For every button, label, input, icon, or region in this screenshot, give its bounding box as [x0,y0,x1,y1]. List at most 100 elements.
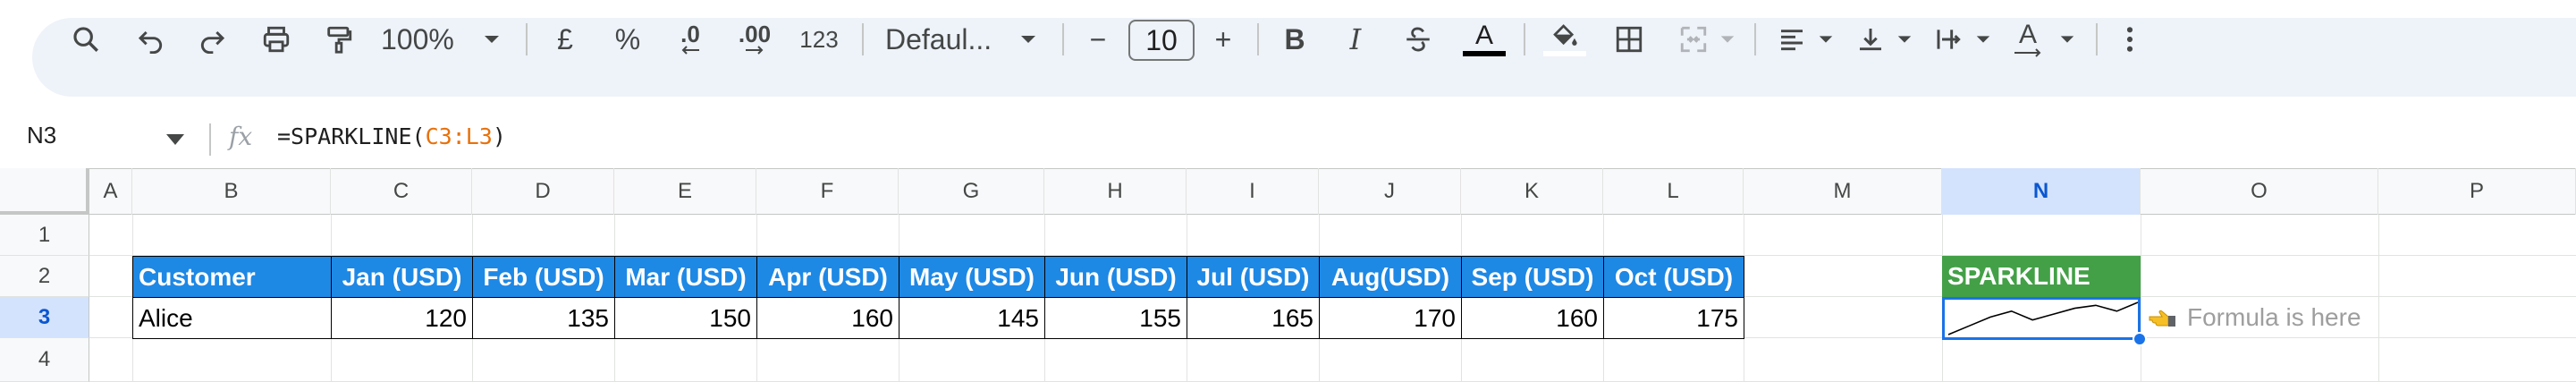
customer-name-cell[interactable]: Alice [132,297,332,339]
vertical-align-icon[interactable] [1851,0,1890,79]
column-header-i[interactable]: I [1187,168,1319,215]
number-format-button[interactable]: 123 [796,0,842,79]
table-header-cell[interactable]: Jun (USD) [1044,256,1187,298]
zoom-select[interactable]: 100% [381,0,467,79]
table-header-cell[interactable]: Mar (USD) [614,256,757,298]
font-size-input[interactable]: 10 [1128,20,1195,61]
column-header-d[interactable]: D [472,168,614,215]
more-vert-icon[interactable] [2114,0,2146,79]
table-header-cell[interactable]: Apr (USD) [756,256,899,298]
zoom-value: 100% [381,22,454,55]
horizontal-align-icon[interactable] [1772,0,1812,79]
row-header-2[interactable]: 2 [0,256,89,297]
table-header-cell[interactable]: Oct (USD) [1603,256,1744,298]
table-header-cell[interactable]: May (USD) [899,256,1045,298]
column-header-o[interactable]: O [2141,168,2378,215]
arrow-right-icon [746,46,764,55]
column-header-k[interactable]: K [1461,168,1603,215]
row-header-3[interactable]: 3 [0,297,89,338]
column-header-g[interactable]: G [899,168,1044,215]
print-icon[interactable] [256,0,297,79]
column-header-j[interactable]: J [1319,168,1461,215]
merge-cells-icon[interactable] [1674,0,1713,79]
value-cell[interactable]: 120 [331,297,473,339]
column-header-a[interactable]: A [89,168,132,215]
value-cell[interactable]: 170 [1319,297,1462,339]
value-cell[interactable]: 160 [756,297,899,339]
column-header-h[interactable]: H [1044,168,1187,215]
bold-button[interactable]: B [1277,0,1313,79]
column-header-b[interactable]: B [132,168,331,215]
text-rotation-button[interactable]: A [2008,0,2048,79]
chevron-down-icon[interactable] [1813,0,1838,79]
toolbar-divider [1062,23,1064,55]
increase-font-size-button[interactable]: + [1207,0,1239,79]
font-name: Defaul... [885,22,992,55]
column-header-f[interactable]: F [756,168,899,215]
toolbar-divider [1524,23,1525,55]
text-rotation-letter: A [2018,20,2037,49]
chevron-down-icon[interactable] [166,134,184,151]
decrease-font-size-button[interactable]: − [1082,0,1114,79]
column-header-n[interactable]: N [1942,168,2141,215]
note-text: Formula is here [2187,303,2361,331]
pointing-hand-icon [2149,310,2175,327]
toolbar-divider [1754,23,1756,55]
column-header-m[interactable]: M [1744,168,1942,215]
currency-button[interactable]: £ [547,0,583,79]
chevron-down-icon[interactable] [1014,0,1043,79]
paint-format-icon[interactable] [318,0,359,79]
select-all-corner[interactable] [0,168,89,215]
decrease-decimal-button[interactable]: .0 [667,0,714,79]
column-header-p[interactable]: P [2378,168,2576,215]
value-cell[interactable]: 160 [1461,297,1604,339]
table-header-cell[interactable]: Customer [132,256,332,298]
redo-icon[interactable] [191,0,232,79]
strikethrough-icon[interactable] [1400,0,1436,79]
gridline [2378,215,2379,382]
bold-label: B [1284,22,1305,55]
column-header-e[interactable]: E [614,168,756,215]
formula-input[interactable]: =SPARKLINE(C3:L3) [277,123,506,149]
table-header-cell[interactable]: Feb (USD) [472,256,615,298]
name-box[interactable]: N3 [27,122,56,149]
chevron-down-icon[interactable] [1971,0,1996,79]
undo-icon[interactable] [131,0,172,79]
borders-icon[interactable] [1609,0,1649,79]
value-cell[interactable]: 135 [472,297,615,339]
sparkline-cell[interactable] [1942,297,2141,340]
toolbar-divider [862,23,864,55]
increase-decimal-button[interactable]: .00 [730,0,780,79]
table-header-cell[interactable]: Sep (USD) [1461,256,1604,298]
chevron-down-icon[interactable] [2055,0,2080,79]
value-cell[interactable]: 155 [1044,297,1187,339]
minus-label: − [1089,22,1107,55]
column-header-l[interactable]: L [1603,168,1744,215]
search-icon[interactable] [63,0,109,79]
text-wrapping-icon[interactable] [1930,0,1969,79]
value-cell[interactable]: 150 [614,297,757,339]
row-header-1[interactable]: 1 [0,215,89,256]
formula-suffix: ) [492,123,506,149]
chevron-down-icon[interactable] [1892,0,1917,79]
arrow-right-icon [2014,48,2041,57]
table-header-cell[interactable]: Jan (USD) [331,256,473,298]
row-header-4[interactable]: 4 [0,338,89,382]
font-select[interactable]: Defaul... [885,0,996,79]
table-header-cell[interactable]: Aug(USD) [1319,256,1462,298]
column-header-c[interactable]: C [331,168,472,215]
value-cell[interactable]: 145 [899,297,1045,339]
chevron-down-icon[interactable] [477,0,506,79]
fill-color-swatch [1543,51,1586,56]
sparkline-header-cell[interactable]: SPARKLINE [1942,256,2141,297]
fill-color-icon[interactable] [1543,0,1586,79]
value-cell[interactable]: 175 [1603,297,1744,339]
fill-handle[interactable] [2133,332,2147,346]
value-cell[interactable]: 165 [1187,297,1320,339]
table-header-cell[interactable]: Jul (USD) [1187,256,1320,298]
text-color-swatch [1463,51,1506,56]
italic-button[interactable]: I [1338,0,1373,79]
text-color-button[interactable]: A [1463,0,1506,79]
spreadsheet-grid[interactable]: A B C D E F G H I J K L M N O P 1 2 3 4 Customer Jan (USD) Feb… [0,168,2576,382]
percent-button[interactable]: % [608,0,647,79]
